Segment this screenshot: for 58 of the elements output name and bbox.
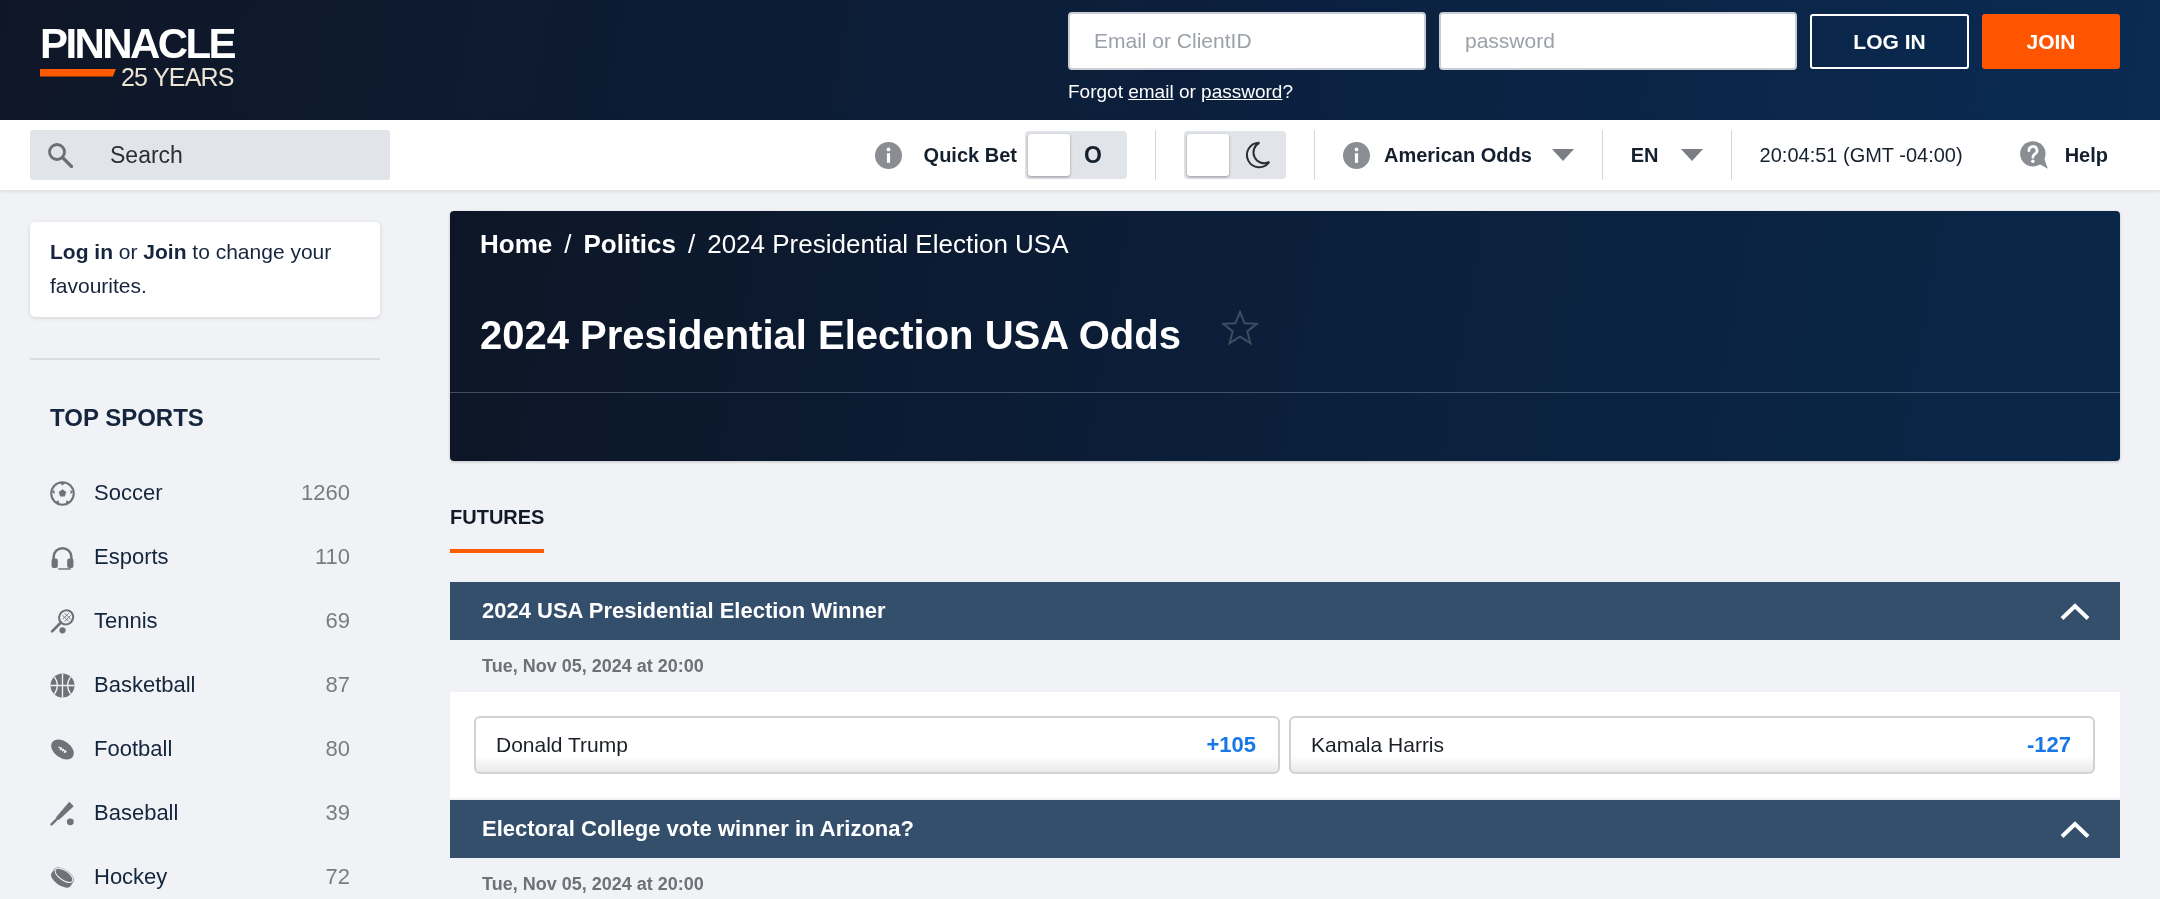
- breadcrumb-link[interactable]: Home: [480, 229, 553, 259]
- odds-button[interactable]: Kamala Harris -127: [1289, 716, 2095, 774]
- logo-stripe-icon: [40, 68, 116, 77]
- quick-bet-label: Quick Bet: [923, 143, 1017, 167]
- logo-tagline: 25 YEARS: [121, 63, 234, 90]
- market-title: 2024 USA Presidential Election Winner: [482, 598, 886, 624]
- sport-item[interactable]: Baseball 39: [30, 781, 380, 845]
- page-title: 2024 Presidential Election USA Odds: [480, 312, 1181, 359]
- help-icon: [2018, 140, 2049, 170]
- dark-mode-toggle[interactable]: [1183, 131, 1286, 179]
- odds-format-dropdown[interactable]: American Odds: [1383, 143, 1574, 167]
- caret-icon: [1680, 149, 1703, 161]
- hockey-puck-icon: [50, 864, 75, 890]
- toggle-thumb[interactable]: [1186, 134, 1229, 176]
- sport-item[interactable]: Football 80: [30, 717, 380, 781]
- breadcrumb-separator: /: [564, 229, 572, 259]
- password-field[interactable]: password: [1439, 12, 1797, 70]
- star-icon[interactable]: [1221, 310, 1259, 346]
- breadcrumb-separator: /: [687, 229, 696, 259]
- favourites-notice: Log in or Join to change your favourites.: [30, 222, 380, 317]
- section-heading: TOP SPORTS: [49, 404, 205, 432]
- email-field[interactable]: Email or ClientID: [1068, 12, 1426, 70]
- basketball-icon: [50, 672, 75, 698]
- tab[interactable]: FUTURES: [450, 505, 545, 553]
- search-field[interactable]: Search: [30, 130, 390, 180]
- recovery-link[interactable]: email: [1128, 81, 1174, 102]
- sport-item[interactable]: Esports 110: [30, 525, 380, 589]
- odds-button[interactable]: Donald Trump +105: [474, 716, 1280, 774]
- caret-icon: [1551, 149, 1574, 161]
- search-icon: [47, 142, 73, 168]
- forgot-credentials-text: Forgot email or password?: [1068, 81, 1294, 103]
- soccer-ball-icon: [50, 480, 75, 506]
- help-link[interactable]: Help: [2018, 140, 2108, 170]
- chevron-up-icon[interactable]: [2060, 601, 2090, 621]
- sport-item[interactable]: Soccer 1260: [30, 461, 380, 525]
- market-header[interactable]: 2024 USA Presidential Election Winner: [450, 582, 2120, 640]
- chevron-up-icon[interactable]: [2060, 819, 2090, 839]
- logo-wordmark[interactable]: PINNACLE: [40, 26, 234, 61]
- language-dropdown[interactable]: EN: [1630, 143, 1703, 167]
- recovery-link[interactable]: password: [1201, 81, 1283, 102]
- market-date: Tue, Nov 05, 2024 at 20:00: [481, 654, 705, 678]
- sport-item[interactable]: Hockey 72: [30, 845, 380, 899]
- market-date: Tue, Nov 05, 2024 at 20:00: [481, 872, 705, 896]
- baseball-bat-icon: [50, 800, 75, 826]
- sport-item[interactable]: Basketball 87: [30, 653, 380, 717]
- clock-text: 20:04:51 (GMT -04:00): [1759, 143, 1963, 167]
- login-button[interactable]: LOG IN: [1810, 14, 1969, 69]
- sport-item[interactable]: Tennis 69: [30, 589, 380, 653]
- quick-bet-toggle[interactable]: O: [1024, 131, 1127, 179]
- toggle-thumb[interactable]: [1027, 134, 1070, 176]
- breadcrumb-link[interactable]: Politics: [583, 229, 676, 259]
- info-icon[interactable]: [1342, 141, 1370, 169]
- tennis-racket-icon: [50, 608, 75, 634]
- market-title: Electoral College vote winner in Arizona?: [482, 816, 914, 842]
- headset-icon: [50, 544, 75, 570]
- breadcrumb-current: 2024 Presidential Election USA: [707, 229, 1069, 259]
- info-icon[interactable]: [874, 141, 902, 169]
- market-header[interactable]: Electoral College vote winner in Arizona?: [450, 800, 2120, 858]
